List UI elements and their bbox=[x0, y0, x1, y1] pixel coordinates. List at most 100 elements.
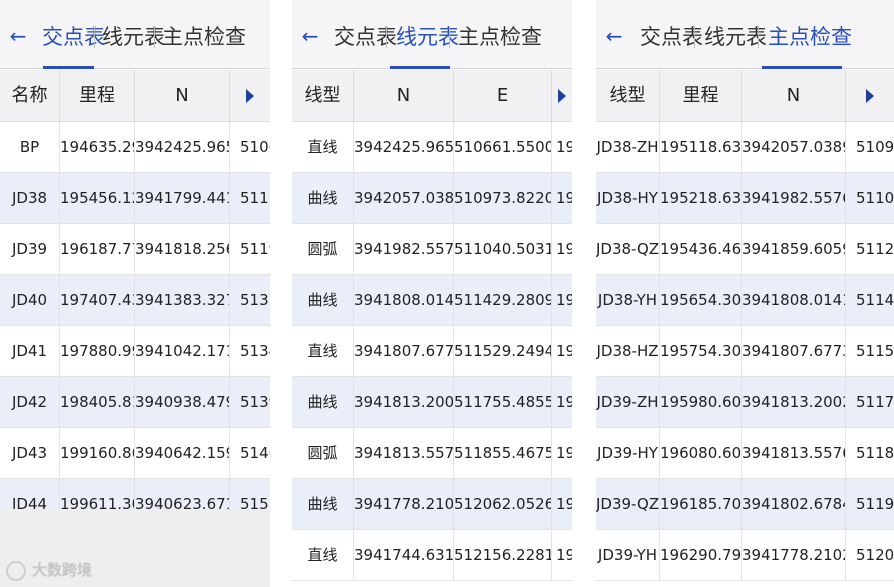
table-row[interactable]: JD40 197407.4394 3941383.3270 5131 bbox=[0, 275, 270, 326]
table-row[interactable]: 曲线 3941778.2102 512062.0526 196 bbox=[292, 479, 572, 530]
triangle-right-icon bbox=[558, 89, 566, 103]
table-row[interactable]: 曲线 3941808.0141 511429.2809 195 bbox=[292, 275, 572, 326]
cell-e: 5110 bbox=[856, 189, 894, 207]
column-header-n[interactable]: N bbox=[742, 70, 846, 122]
column-header-mileage[interactable]: 里程 bbox=[660, 70, 742, 122]
column-header-e[interactable]: E bbox=[454, 70, 552, 122]
cell-n: 3940938.4790 bbox=[135, 377, 230, 427]
tab-separator bbox=[449, 26, 450, 48]
watermark: 大数跨境 bbox=[6, 558, 92, 582]
cell-line-type: 曲线 bbox=[292, 479, 354, 529]
column-header-n[interactable]: N bbox=[135, 70, 230, 122]
cell-mileage: 195980.6069 bbox=[660, 377, 742, 427]
table-row[interactable]: JD38-HY 195218.6338 3941982.5576 5110 bbox=[596, 173, 894, 224]
cell-n: 3941818.2560 bbox=[135, 224, 230, 274]
cell-mileage: 196 bbox=[556, 444, 572, 462]
scroll-right-button[interactable] bbox=[552, 70, 572, 122]
tab-main-point-check[interactable]: 主点检查 bbox=[458, 22, 542, 52]
table-row[interactable]: JD39-ZH 195980.6069 3941813.2002 5117 bbox=[596, 377, 894, 428]
cell-line-type: 圆弧 bbox=[292, 428, 354, 478]
tab-separator bbox=[694, 26, 695, 48]
table-row[interactable]: BP 194635.2910 3942425.9650 5106 bbox=[0, 122, 270, 173]
table-header: 线型 N E bbox=[292, 70, 572, 122]
cell-n: 3941808.0141 bbox=[742, 275, 846, 325]
tab-separator bbox=[154, 26, 155, 48]
column-header-line-type[interactable]: 线型 bbox=[292, 70, 354, 122]
table-row[interactable]: JD38-ZH 195118.6338 3942057.0389 5109 bbox=[596, 122, 894, 173]
table-header: 名称 里程 N bbox=[0, 70, 270, 122]
cell-point-name: JD39-YH bbox=[596, 530, 660, 580]
cell-mileage: 196187.7711 bbox=[60, 224, 135, 274]
tab-intersection-table[interactable]: 交点表 bbox=[42, 22, 105, 52]
table-row[interactable]: 直线 3942425.9650 510661.5500 194 bbox=[292, 122, 572, 173]
table-row[interactable]: JD42 198405.8150 3940938.4790 5139 bbox=[0, 377, 270, 428]
table-body: BP 194635.2910 3942425.9650 5106 JD38 19… bbox=[0, 122, 270, 530]
cell-line-type: 曲线 bbox=[292, 173, 354, 223]
column-header-name[interactable]: 名称 bbox=[0, 70, 60, 122]
cell-e: 5139 bbox=[240, 393, 270, 411]
back-arrow-icon[interactable]: ← bbox=[604, 26, 624, 46]
table-row[interactable]: JD38-HZ 195754.3034 3941807.6773 5115 bbox=[596, 326, 894, 377]
table-row[interactable]: 曲线 3942057.0389 510973.8220 195 bbox=[292, 173, 572, 224]
cell-n: 3940642.1590 bbox=[135, 428, 230, 478]
table-row[interactable]: 圆弧 3941982.5576 511040.5031 195 bbox=[292, 224, 572, 275]
table-row[interactable]: JD39 196187.7711 3941818.2560 5119 bbox=[0, 224, 270, 275]
intersection-table-screen: ← 交点表 线元表 主点检查 名称 里程 N BP 194635.2910 39… bbox=[0, 0, 270, 587]
cell-e: 5120 bbox=[856, 546, 894, 564]
table-row[interactable]: JD43 199160.8647 3940642.1590 5146 bbox=[0, 428, 270, 479]
cell-name: JD39 bbox=[0, 224, 60, 274]
cell-e: 5134 bbox=[240, 342, 270, 360]
tab-separator bbox=[386, 26, 387, 48]
cell-e: 510973.8220 bbox=[454, 173, 552, 223]
tab-main-point-check[interactable]: 主点检查 bbox=[162, 22, 246, 52]
tab-intersection-table[interactable]: 交点表 bbox=[334, 22, 397, 52]
column-header-line-type[interactable]: 线型 bbox=[596, 70, 660, 122]
cell-e: 5115 bbox=[856, 342, 894, 360]
table-row[interactable]: JD39-HY 196080.6069 3941813.5576 5118 bbox=[596, 428, 894, 479]
cell-n: 3941778.2102 bbox=[742, 530, 846, 580]
cell-line-type: 曲线 bbox=[292, 275, 354, 325]
table-row[interactable]: JD38-YH 195654.3034 3941808.0141 5114 bbox=[596, 275, 894, 326]
cell-n: 3941813.5576 bbox=[742, 428, 846, 478]
cell-e: 5109 bbox=[856, 138, 894, 156]
table-row[interactable]: JD38 195456.1218 3941799.4410 5111 bbox=[0, 173, 270, 224]
table-row[interactable]: JD39-YH 196290.7982 3941778.2102 5120 bbox=[596, 530, 894, 581]
cell-n: 3941383.3270 bbox=[135, 275, 230, 325]
cell-e: 5112 bbox=[856, 240, 894, 258]
cell-name: BP bbox=[0, 122, 60, 172]
column-header-mileage[interactable]: 里程 bbox=[60, 70, 135, 122]
tab-main-point-check[interactable]: 主点检查 bbox=[768, 22, 852, 52]
cell-e: 5117 bbox=[856, 393, 894, 411]
cell-line-type: 直线 bbox=[292, 326, 354, 376]
table-row[interactable]: 直线 3941744.6318 512156.2281 196 bbox=[292, 530, 572, 581]
back-arrow-icon[interactable]: ← bbox=[8, 26, 28, 46]
scroll-right-button[interactable] bbox=[846, 70, 894, 122]
table-row[interactable]: JD39-QZ 196185.7026 3941802.6784 5119 bbox=[596, 479, 894, 530]
back-arrow-icon[interactable]: ← bbox=[300, 26, 320, 46]
cell-mileage: 198405.8150 bbox=[60, 377, 135, 427]
cell-n: 3941813.2002 bbox=[742, 377, 846, 427]
table-row[interactable]: 曲线 3941813.2002 511755.4855 195 bbox=[292, 377, 572, 428]
cell-mileage: 196 bbox=[556, 546, 572, 564]
main-point-check-screen: ← 交点表 线元表 主点检查 线型 里程 N JD38-ZH 195118.63… bbox=[596, 0, 894, 587]
table-row[interactable]: 圆弧 3941813.5576 511855.4675 196 bbox=[292, 428, 572, 479]
cell-e: 511429.2809 bbox=[454, 275, 552, 325]
tab-separator bbox=[94, 26, 95, 48]
cell-mileage: 196 bbox=[556, 495, 572, 513]
cell-mileage: 195 bbox=[556, 189, 572, 207]
table-row[interactable]: 直线 3941807.6773 511529.2494 195 bbox=[292, 326, 572, 377]
table-body: 直线 3942425.9650 510661.5500 194 曲线 39420… bbox=[292, 122, 572, 581]
scroll-right-button[interactable] bbox=[230, 70, 270, 122]
element-table-screen: ← 交点表 线元表 主点检查 线型 N E 直线 3942425.9650 51… bbox=[292, 0, 572, 587]
table-row[interactable]: JD38-QZ 195436.4686 3941859.6059 5112 bbox=[596, 224, 894, 275]
cell-n: 3941813.5576 bbox=[354, 428, 454, 478]
cell-e: 5106 bbox=[240, 138, 270, 156]
cell-n: 3941859.6059 bbox=[742, 224, 846, 274]
tab-element-table[interactable]: 线元表 bbox=[102, 22, 165, 52]
cell-mileage: 196290.7982 bbox=[660, 530, 742, 580]
cell-e: 511755.4855 bbox=[454, 377, 552, 427]
column-header-n[interactable]: N bbox=[354, 70, 454, 122]
table-row[interactable]: JD41 197880.9963 3941042.1710 5134 bbox=[0, 326, 270, 377]
cell-point-name: JD39-ZH bbox=[596, 377, 660, 427]
cell-n: 3941778.2102 bbox=[354, 479, 454, 529]
